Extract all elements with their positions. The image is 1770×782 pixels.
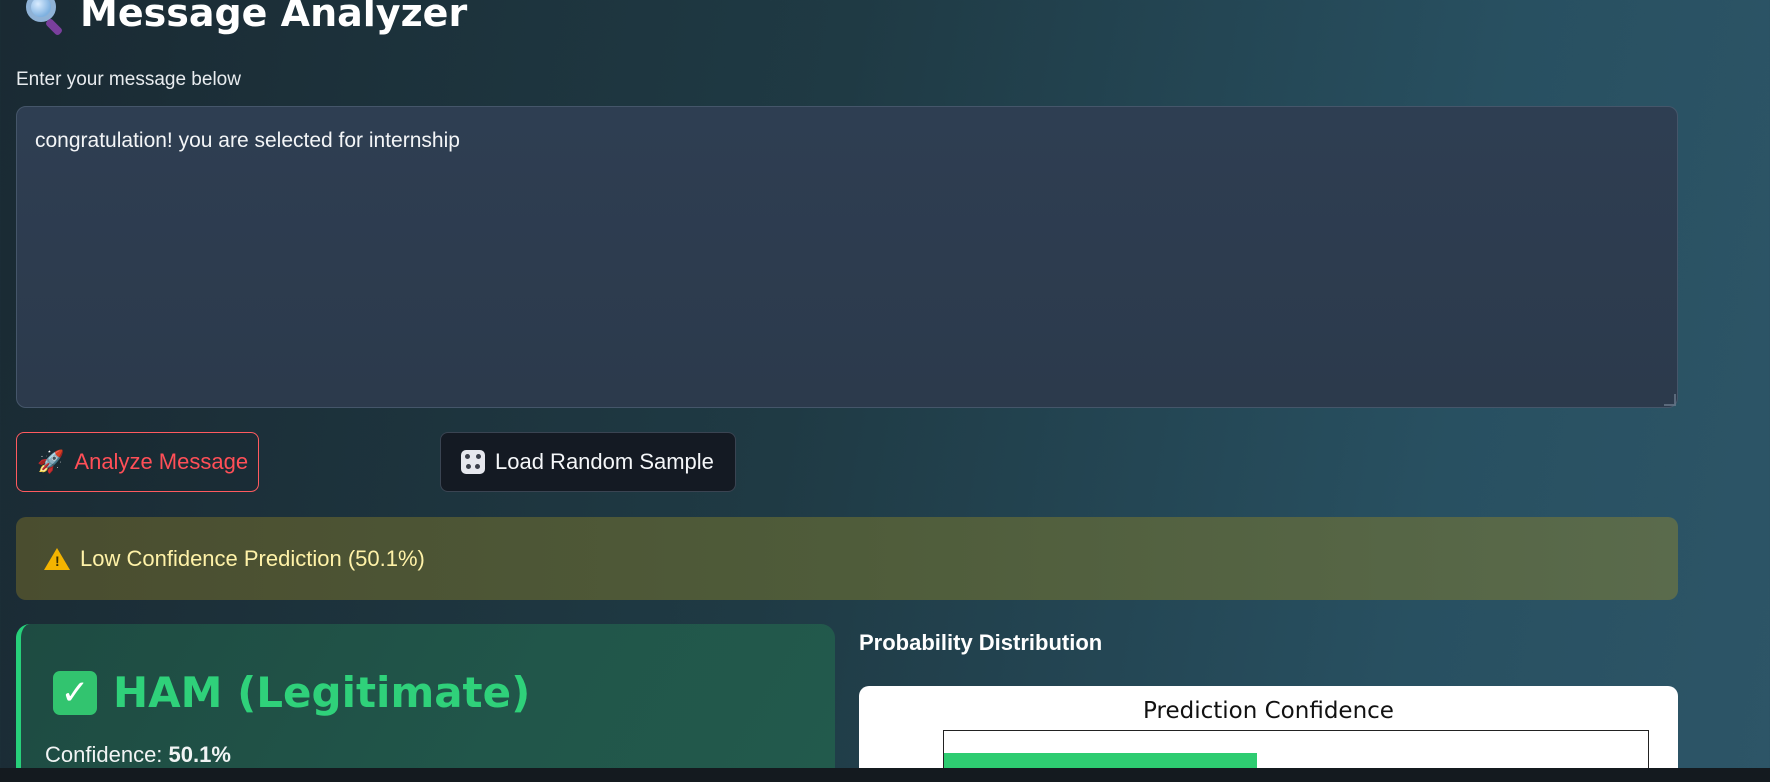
- analyze-message-label: Analyze Message: [74, 449, 249, 474]
- rocket-icon: 🚀: [37, 449, 65, 474]
- confidence-label: Confidence:: [45, 742, 163, 767]
- prediction-label: ✓ HAM (Legitimate): [53, 668, 530, 717]
- confidence-line: Confidence: 50.1%: [45, 742, 231, 768]
- prediction-result-card: ✓ HAM (Legitimate) Confidence: 50.1%: [16, 624, 835, 782]
- page-title-text: Message Analyzer: [80, 0, 468, 35]
- bottom-strip: [0, 768, 1770, 782]
- warning-icon: !: [44, 547, 70, 570]
- confidence-value: 50.1%: [168, 742, 231, 767]
- message-input-label: Enter your message below: [16, 69, 241, 90]
- probability-distribution-heading: Probability Distribution: [859, 630, 1103, 655]
- prediction-label-text: HAM (Legitimate): [113, 668, 531, 717]
- dice-icon: [461, 450, 485, 474]
- page-title: Message Analyzer: [20, 0, 468, 37]
- warning-text: Low Confidence Prediction (50.1%): [80, 545, 425, 571]
- low-confidence-warning: ! Low Confidence Prediction (50.1%): [16, 517, 1678, 600]
- textarea-resize-handle[interactable]: [1664, 394, 1676, 406]
- load-random-sample-button[interactable]: Load Random Sample: [440, 432, 736, 492]
- chart-title: Prediction Confidence: [1143, 698, 1394, 724]
- load-random-sample-label: Load Random Sample: [495, 449, 714, 474]
- analyze-message-button[interactable]: 🚀 Analyze Message: [16, 432, 259, 492]
- message-input[interactable]: [16, 106, 1678, 408]
- check-icon: ✓: [53, 670, 97, 715]
- magnifying-glass-icon: [20, 0, 66, 37]
